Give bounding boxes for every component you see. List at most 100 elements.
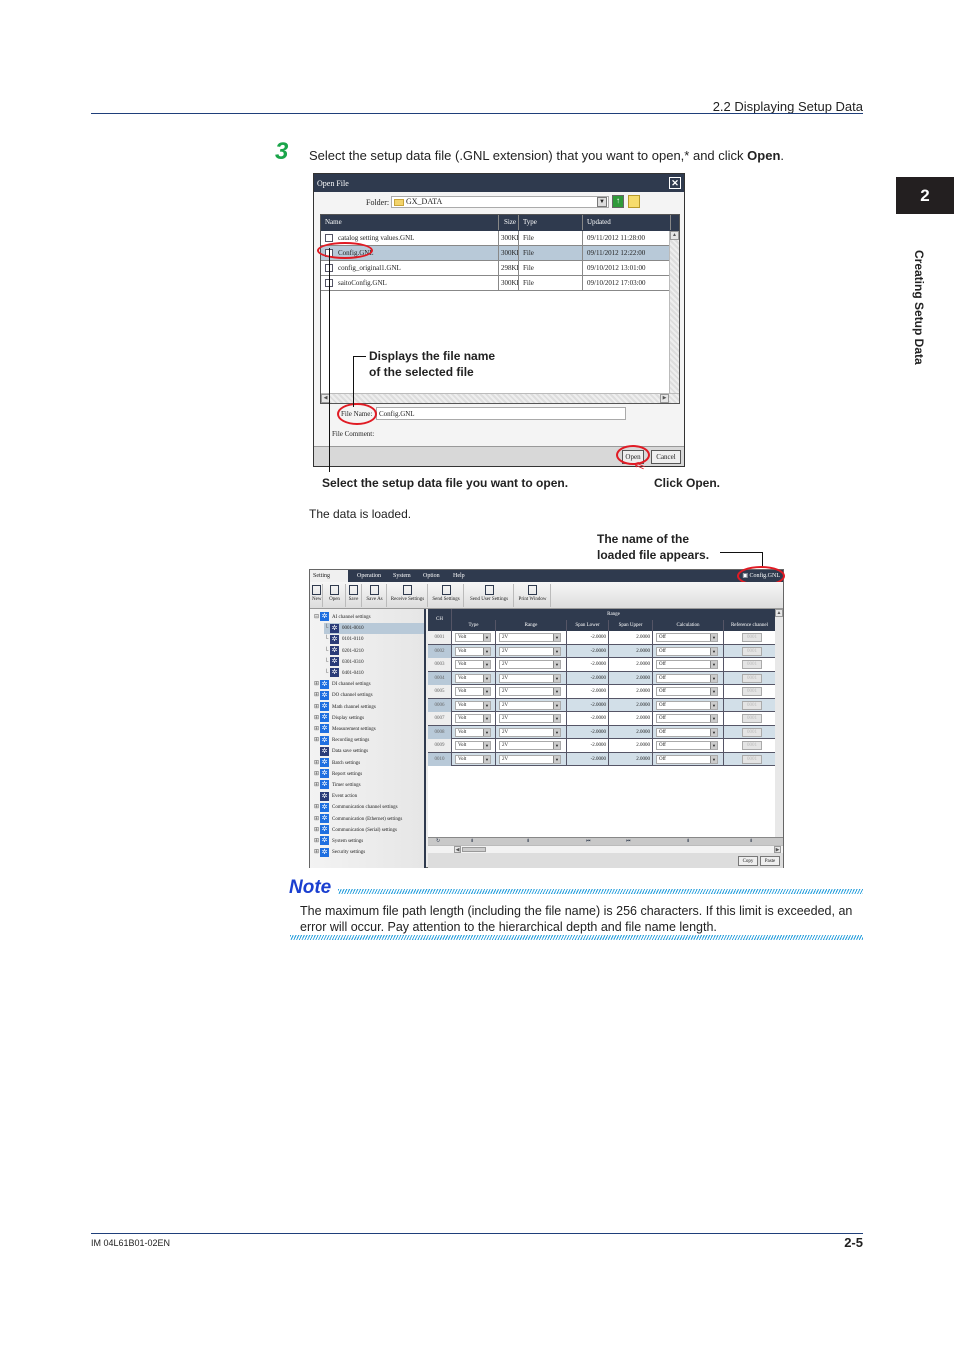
type-select[interactable]: Volt ▼ (455, 633, 491, 642)
chevron-down-icon[interactable]: ▼ (553, 742, 560, 749)
range-select[interactable]: 2V ▼ (499, 700, 561, 710)
calc-select[interactable]: Off ▼ (656, 727, 718, 737)
ref-channel-button[interactable]: 0001 (742, 673, 762, 683)
chevron-down-icon[interactable]: ▼ (553, 688, 560, 695)
ref-channel-button[interactable]: 0001 (742, 660, 762, 669)
ref-channel-button[interactable]: 0001 (742, 687, 762, 696)
scroll-up-icon[interactable]: ▲ (670, 231, 679, 240)
ref-channel-button[interactable]: 0001 (742, 646, 762, 656)
chevron-down-icon[interactable]: ▼ (553, 715, 560, 722)
chevron-down-icon[interactable]: ▼ (710, 647, 717, 655)
grid-hscroll[interactable]: ◀ ▶ (428, 845, 783, 853)
calc-select[interactable]: Off ▼ (656, 646, 718, 656)
range-select[interactable]: 2V ▼ (499, 646, 561, 656)
file-list-hscroll[interactable]: ◀ ▶ (321, 393, 679, 403)
send-user-settings-button[interactable]: Send User Settings (465, 584, 514, 607)
chevron-down-icon[interactable]: ▼ (553, 661, 560, 668)
calc-select[interactable]: Off ▼ (656, 741, 718, 750)
type-select[interactable]: Volt ▼ (455, 700, 491, 710)
tree-item[interactable]: ⊞ ✲ Communication channel settings (314, 802, 424, 813)
chevron-down-icon[interactable]: ▼ (710, 661, 717, 668)
filter-calc-icon[interactable]: ⇟ (686, 838, 690, 844)
chevron-down-icon[interactable]: ▼ (483, 715, 490, 722)
send-settings-button[interactable]: Send Settings (429, 584, 464, 607)
close-icon[interactable]: ✕ (669, 177, 681, 189)
paste-button[interactable]: Paste (760, 856, 780, 866)
chevron-down-icon[interactable]: ▼ (710, 755, 717, 763)
scroll-right-icon[interactable]: ▶ (660, 394, 669, 403)
chevron-down-icon[interactable]: ▼ (483, 661, 490, 668)
span-upper-cell[interactable]: 2.0000 (609, 752, 653, 766)
range-select[interactable]: 2V ▼ (499, 660, 561, 669)
tree-item[interactable]: ⊞ ✲ Timer settings (314, 780, 424, 791)
print-window-button[interactable]: Print Window (515, 584, 551, 607)
tree-item[interactable]: ⊞ ✲ Report settings (314, 769, 424, 780)
chevron-down-icon[interactable]: ▼ (553, 701, 560, 709)
tree-item[interactable]: └ ✲ 0401-0410 (324, 668, 424, 679)
span-upper-cell[interactable]: 2.0000 (609, 712, 653, 725)
chevron-down-icon[interactable]: ▼ (553, 634, 560, 641)
new-button[interactable]: New (310, 584, 323, 607)
calc-select[interactable]: Off ▼ (656, 660, 718, 669)
ref-channel-button[interactable]: 0001 (742, 700, 762, 710)
menu-operation[interactable]: Operation (354, 570, 384, 582)
span-lower-cell[interactable]: -2.0000 (567, 671, 609, 685)
chevron-down-icon[interactable]: ▼ (597, 197, 607, 207)
span-lower-cell[interactable]: -2.0000 (567, 712, 609, 725)
menu-option[interactable]: Option (420, 570, 443, 582)
chevron-down-icon[interactable]: ▼ (483, 647, 490, 655)
copy-button[interactable]: Copy (738, 856, 758, 866)
tree-item[interactable]: ⊞ ✲ Measurement settings (314, 724, 424, 735)
menu-help[interactable]: Help (450, 570, 468, 582)
ch-cell[interactable]: 0006 (428, 698, 452, 712)
scroll-left-icon[interactable]: ◀ (454, 846, 461, 853)
ch-cell[interactable]: 0002 (428, 644, 452, 658)
chevron-down-icon[interactable]: ▼ (710, 674, 717, 682)
tree-item[interactable]: └ ✲ 0201-0210 (324, 645, 424, 657)
range-select[interactable]: 2V ▼ (499, 714, 561, 723)
scroll-up-icon[interactable]: ▲ (775, 609, 783, 617)
span-lower-cell[interactable]: -2.0000 (567, 698, 609, 712)
chevron-down-icon[interactable]: ▼ (710, 728, 717, 736)
file-row[interactable]: saitoConfig.GNL 300KBFile09/10/2012 17:03… (321, 276, 671, 291)
col-size[interactable]: Size (499, 215, 519, 230)
calc-select[interactable]: Off ▼ (656, 754, 718, 764)
receive-settings-button[interactable]: Receive Settings (388, 584, 428, 607)
range-select[interactable]: 2V ▼ (499, 741, 561, 750)
ref-channel-button[interactable]: 0001 (742, 741, 762, 750)
ch-cell[interactable]: 0005 (428, 685, 452, 698)
col-type[interactable]: Type (519, 215, 583, 230)
tree-item[interactable]: ⊞ ✲ Communication (Serial) settings (314, 825, 424, 836)
up-folder-icon[interactable]: ↑ (612, 195, 624, 208)
tree-item[interactable]: ⊞ ✲ Security settings (314, 847, 424, 858)
ref-channel-button[interactable]: 0001 (742, 633, 762, 642)
filter-type-icon[interactable]: ⇟ (470, 838, 474, 844)
folder-select[interactable]: GX_DATA ▼ (391, 196, 609, 208)
type-select[interactable]: Volt ▼ (455, 687, 491, 696)
tree-item[interactable]: ✲ Event action (314, 791, 424, 802)
save-button[interactable]: Save (346, 584, 362, 607)
menu-setting[interactable]: Setting GX20 (310, 570, 348, 591)
tree-item[interactable]: └ ✲ 0001-0010 (324, 623, 424, 635)
file-list-vscroll[interactable]: ▲ ▼ (669, 231, 679, 403)
ref-channel-button[interactable]: 0001 (742, 754, 762, 764)
calc-select[interactable]: Off ▼ (656, 673, 718, 683)
span-lower-cell[interactable]: -2.0000 (567, 752, 609, 766)
chevron-down-icon[interactable]: ▼ (483, 634, 490, 641)
chevron-down-icon[interactable]: ▼ (710, 688, 717, 695)
tree-item[interactable]: ⊞ ✲ Batch settings (314, 757, 424, 769)
type-select[interactable]: Volt ▼ (455, 741, 491, 750)
span-lower-cell[interactable]: -2.0000 (567, 658, 609, 671)
ch-cell[interactable]: 0007 (428, 712, 452, 725)
col-updated[interactable]: Updated (583, 215, 671, 230)
tree-item[interactable]: └ ✲ 0101-0110 (324, 634, 424, 645)
chevron-down-icon[interactable]: ▼ (483, 688, 490, 695)
span-upper-cell[interactable]: 2.0000 (609, 631, 653, 644)
span-upper-cell[interactable]: 2.0000 (609, 698, 653, 712)
span-lower-cell[interactable]: -2.0000 (567, 644, 609, 658)
type-select[interactable]: Volt ▼ (455, 646, 491, 656)
tree-item[interactable]: ⊞ ✲ Communication (Ethernet) settings (314, 813, 424, 825)
calc-select[interactable]: Off ▼ (656, 687, 718, 696)
ch-cell[interactable]: 0008 (428, 725, 452, 739)
grid-vscroll[interactable]: ▲ (775, 609, 783, 844)
